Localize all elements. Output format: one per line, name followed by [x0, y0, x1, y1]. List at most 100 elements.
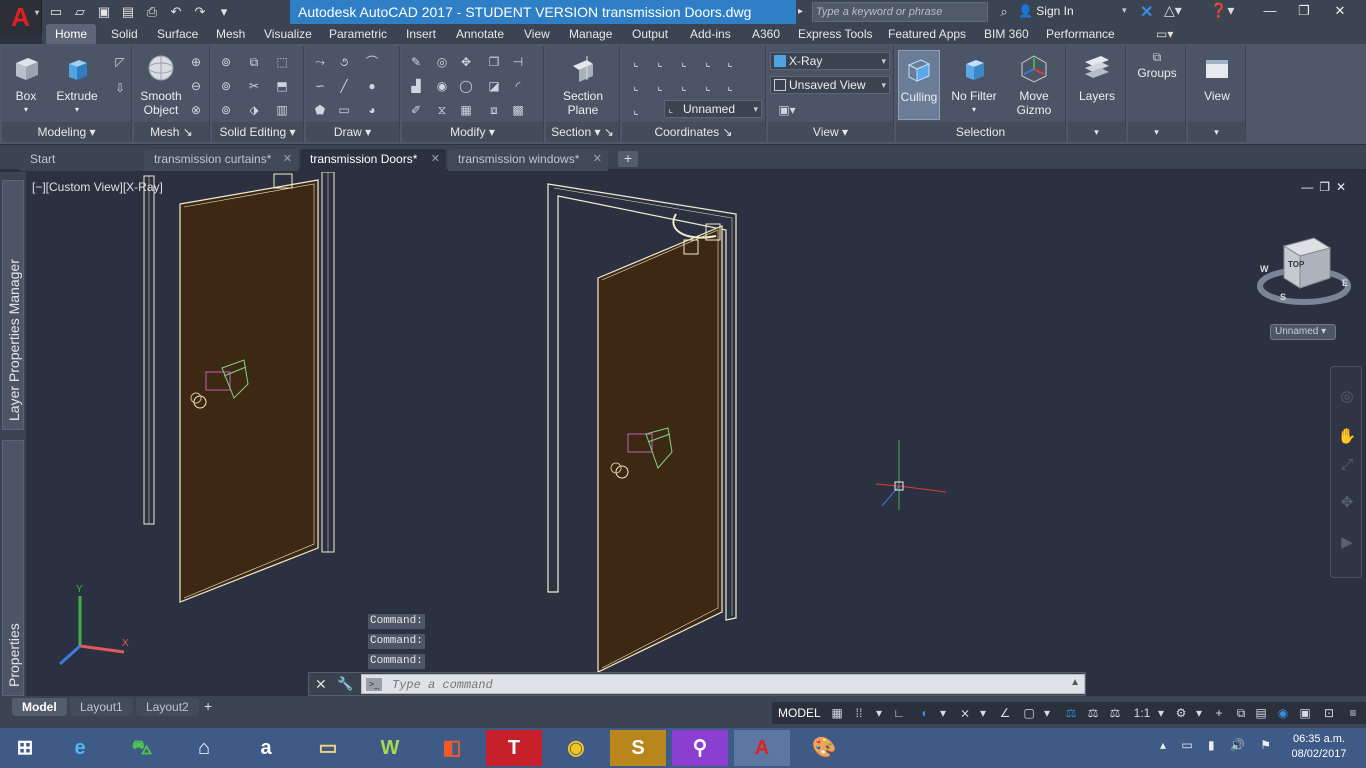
customization-icon[interactable]: ≡: [1344, 705, 1362, 721]
command-input[interactable]: >_ Type a command ▲: [361, 674, 1085, 694]
typing-app-icon[interactable]: T: [486, 730, 542, 766]
search-expand-icon[interactable]: ▸: [798, 2, 810, 22]
store-icon[interactable]: ⛍: [114, 730, 170, 766]
chrome-icon[interactable]: ◉: [548, 730, 604, 766]
close-button[interactable]: ✕: [1324, 0, 1356, 22]
close-icon[interactable]: ✕: [315, 676, 327, 693]
array-grid-icon[interactable]: ▩: [510, 102, 526, 118]
internet-explorer-icon[interactable]: e: [52, 730, 108, 766]
tab-layout2[interactable]: Layout2: [136, 698, 199, 716]
a360-icon[interactable]: △▾: [1164, 2, 1182, 19]
properties-palette[interactable]: Properties: [2, 440, 24, 696]
panel-title-coordinates[interactable]: Coordinates ↘: [622, 122, 765, 142]
slice-icon[interactable]: ✂: [246, 78, 262, 94]
chevron-down-icon[interactable]: ▾: [974, 705, 992, 721]
minimize-button[interactable]: —: [1254, 0, 1286, 22]
ribbon-options-icon[interactable]: ▭▾: [1156, 24, 1173, 44]
groups-button[interactable]: ⧉ Groups: [1130, 50, 1184, 80]
subtract-icon[interactable]: ⊚: [218, 78, 234, 94]
panel-title-solid-editing[interactable]: Solid Editing ▾: [212, 122, 303, 142]
viewcube[interactable]: [1256, 228, 1352, 318]
close-icon[interactable]: ✕: [431, 149, 440, 169]
hatch-icon[interactable]: ◕: [364, 102, 380, 118]
add-layout-icon[interactable]: +: [204, 698, 212, 714]
helix-icon[interactable]: ૭: [336, 54, 352, 70]
annotation-scale-value[interactable]: 1:1: [1130, 705, 1154, 721]
chevron-down-icon[interactable]: ▾: [1038, 705, 1056, 721]
save-icon[interactable]: ▣: [94, 3, 114, 21]
visual-style-select[interactable]: X-Ray ▾: [770, 52, 890, 70]
tab-add-ins[interactable]: Add-ins: [690, 24, 731, 44]
section-plane-button[interactable]: Section Plane: [556, 52, 610, 117]
extrude-button[interactable]: Extrude ▾: [52, 52, 102, 117]
extrude-faces-icon[interactable]: ⬒: [274, 78, 290, 94]
amazon-icon[interactable]: a: [238, 730, 294, 766]
tab-bim-360[interactable]: BIM 360: [984, 24, 1029, 44]
steering-wheel-icon[interactable]: ◎: [1337, 387, 1357, 407]
zoom-extents-icon[interactable]: ⤢: [1337, 455, 1357, 475]
panel-title-mesh[interactable]: Mesh ↘: [134, 122, 209, 142]
panel-title-view[interactable]: View ▾: [768, 122, 893, 142]
culling-button[interactable]: Culling: [898, 50, 940, 120]
tab-insert[interactable]: Insert: [406, 24, 436, 44]
move-gizmo-button[interactable]: Move Gizmo: [1008, 52, 1060, 117]
save-as-icon[interactable]: ▤: [118, 3, 138, 21]
isolate-objects-icon[interactable]: ◉: [1274, 705, 1292, 721]
ucs-view-icon[interactable]: ⌞: [628, 78, 644, 94]
tab-model[interactable]: Model: [12, 698, 67, 716]
ucs-object-icon[interactable]: ⌞: [722, 54, 738, 70]
object-snap-tracking-icon[interactable]: ∠: [996, 705, 1014, 721]
wcs-menu[interactable]: Unnamed ▾: [1270, 324, 1336, 340]
tab-home[interactable]: Home: [46, 24, 97, 44]
wps-writer-icon[interactable]: W: [362, 730, 418, 766]
object-snap-icon[interactable]: ▢: [1020, 705, 1038, 721]
polysolid-icon[interactable]: ◸: [112, 54, 128, 70]
panel-title-modeling[interactable]: Modeling ▾: [2, 122, 131, 142]
chevron-down-icon[interactable]: ▾: [1190, 705, 1208, 721]
redo-icon[interactable]: ↷: [190, 3, 210, 21]
viewport-controls-label[interactable]: [−][Custom View][X-Ray]: [32, 180, 163, 194]
paint-icon[interactable]: 🎨: [796, 730, 852, 766]
match-properties-icon[interactable]: ✎: [408, 54, 424, 70]
ucs-x-icon[interactable]: ⌞: [652, 78, 668, 94]
home-icon[interactable]: ⌂: [176, 730, 232, 766]
chevron-up-icon[interactable]: ▲: [1070, 677, 1080, 688]
annotation-scale-icon[interactable]: ⚖: [1106, 705, 1124, 721]
file-tab-curtains[interactable]: transmission curtains* ✕: [144, 149, 298, 171]
quick-properties-icon[interactable]: ▤: [1252, 705, 1270, 721]
polygon-icon[interactable]: ⬟: [312, 102, 328, 118]
ortho-icon[interactable]: ∟: [890, 705, 908, 721]
ucs-y-icon[interactable]: ⌞: [676, 78, 692, 94]
chevron-down-icon[interactable]: ▾: [1122, 5, 1127, 16]
clean-screen-icon[interactable]: ⊡: [1320, 705, 1338, 721]
file-explorer-icon[interactable]: ▭: [300, 730, 356, 766]
line-icon[interactable]: ⤳: [312, 54, 328, 70]
chevron-down-icon[interactable]: ▾: [934, 705, 952, 721]
clock[interactable]: 06:35 a.m. 08/02/2017: [1288, 732, 1350, 762]
mirror-icon[interactable]: ⧖: [434, 102, 450, 118]
plot-icon[interactable]: ⎙: [142, 3, 162, 21]
viewport-window-controls[interactable]: —❐✕: [1301, 180, 1352, 194]
autocad-taskbar-icon[interactable]: A: [734, 730, 790, 766]
chevron-down-icon[interactable]: ▾: [1152, 705, 1170, 721]
model-space-button[interactable]: MODEL: [774, 704, 825, 722]
application-menu-button[interactable]: A ▾: [0, 0, 42, 34]
new-tab-button[interactable]: +: [618, 151, 638, 167]
annotation-visibility-icon[interactable]: ⚖: [1062, 705, 1080, 721]
file-tab-doors[interactable]: transmission Doors* ✕: [300, 149, 446, 171]
ucs-face-icon[interactable]: ⌞: [722, 78, 738, 94]
panel-title-draw[interactable]: Draw ▾: [306, 122, 399, 142]
rotate-icon[interactable]: ◉: [434, 78, 450, 94]
sublime-icon[interactable]: S: [610, 730, 666, 766]
qat-dropdown-icon[interactable]: ▾: [214, 3, 234, 21]
named-ucs-select[interactable]: ⌞ Unnamed ▾: [664, 100, 762, 118]
tab-mesh[interactable]: Mesh: [216, 24, 245, 44]
view-button[interactable]: View: [1192, 52, 1242, 103]
ucs-origin-icon[interactable]: ⌞: [676, 54, 692, 70]
search-app-icon[interactable]: ⚲: [672, 730, 728, 766]
annotation-monitor-icon[interactable]: +: [1210, 705, 1228, 721]
ucs-3point-icon[interactable]: ⌞: [700, 54, 716, 70]
no-filter-button[interactable]: No Filter ▾: [946, 52, 1002, 117]
tab-manage[interactable]: Manage: [569, 24, 612, 44]
tab-performance[interactable]: Performance: [1046, 24, 1115, 44]
